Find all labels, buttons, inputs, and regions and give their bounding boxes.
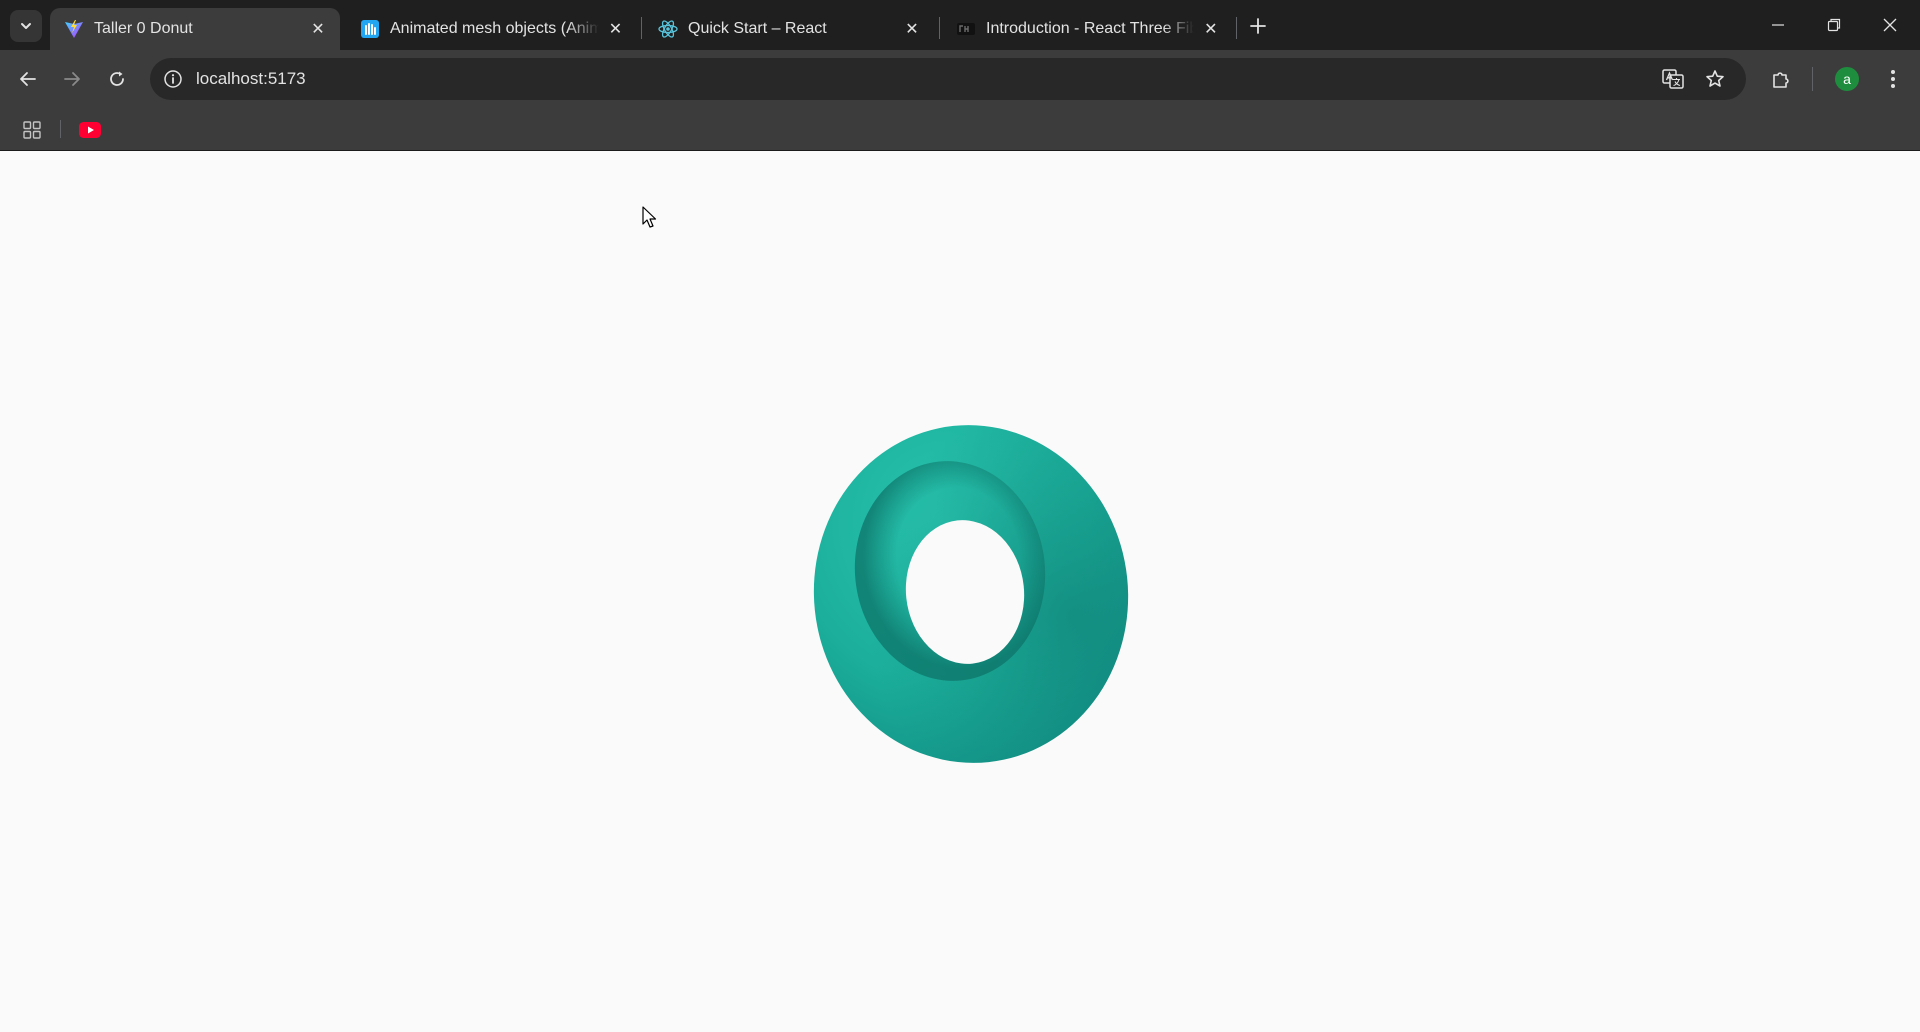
- close-tab-icon[interactable]: ✕: [308, 19, 328, 39]
- bookmarks-bar: [0, 108, 1920, 151]
- tab-separator: [641, 17, 642, 39]
- tab-search-button[interactable]: [10, 10, 42, 42]
- browser-window: Taller 0 Donut ✕ Animated mesh objects (…: [0, 0, 1920, 151]
- url-text: localhost:5173: [196, 69, 306, 88]
- reload-icon: [110, 71, 124, 86]
- youtube-bookmark[interactable]: [76, 116, 104, 144]
- close-icon: [1883, 18, 1897, 32]
- bookmark-star-icon[interactable]: [1702, 66, 1728, 92]
- tab-title: Animated mesh objects (Animated: [390, 20, 599, 37]
- translate-icon[interactable]: [1660, 66, 1686, 92]
- avatar: a: [1835, 67, 1859, 91]
- address-bar[interactable]: localhost:5173: [150, 58, 1746, 100]
- apps-grid-icon[interactable]: [18, 116, 46, 144]
- browser-toolbar: localhost:5173 a: [0, 50, 1920, 108]
- tab-strip: Taller 0 Donut ✕ Animated mesh objects (…: [0, 0, 1920, 50]
- puzzle-icon: [1773, 72, 1789, 88]
- tab-quick-start-react[interactable]: Quick Start – React ✕: [644, 8, 934, 50]
- back-button[interactable]: [10, 61, 46, 97]
- reload-button[interactable]: [99, 61, 135, 97]
- close-tab-icon[interactable]: ✕: [1202, 19, 1220, 39]
- site-info-icon[interactable]: [160, 66, 186, 92]
- arrow-left-icon: [20, 72, 36, 86]
- close-tab-icon[interactable]: ✕: [607, 19, 624, 39]
- tab-title: Taller 0 Donut: [94, 20, 193, 37]
- vite-logo-icon: [64, 19, 84, 39]
- bookmark-divider: [60, 120, 61, 138]
- tab-title: Introduction - React Three Fiber: [986, 20, 1194, 37]
- torus-mesh[interactable]: [800, 411, 1140, 781]
- mouse-cursor-icon: [642, 206, 657, 228]
- page-viewport: [0, 151, 1920, 1032]
- arrow-right-icon: [64, 72, 80, 86]
- extensions-button[interactable]: [1763, 61, 1799, 97]
- restore-button[interactable]: [1806, 0, 1862, 50]
- tab-intro-r3f[interactable]: Introduction - React Three Fiber ✕: [942, 8, 1232, 50]
- browser-menu-button[interactable]: [1875, 61, 1911, 97]
- new-tab-button[interactable]: [1244, 12, 1272, 40]
- tab-title: Quick Start – React: [688, 20, 827, 37]
- minimize-button[interactable]: [1750, 0, 1806, 50]
- toolbar-divider: [1812, 67, 1813, 91]
- profile-button[interactable]: a: [1829, 61, 1865, 97]
- chevron-down-icon: [21, 23, 31, 29]
- forward-button[interactable]: [54, 61, 90, 97]
- close-tab-icon[interactable]: ✕: [902, 19, 922, 39]
- plus-icon: [1250, 18, 1266, 34]
- tab-taller-donut[interactable]: Taller 0 Donut ✕: [50, 8, 340, 50]
- r3f-logo-icon: [956, 19, 976, 39]
- kebab-menu-icon: [1891, 70, 1895, 88]
- close-window-button[interactable]: [1862, 0, 1918, 50]
- minimize-icon: [1772, 24, 1784, 26]
- react-logo-icon: [658, 19, 678, 39]
- youtube-icon: [79, 122, 101, 138]
- tab-separator: [1236, 17, 1237, 39]
- restore-icon: [1827, 18, 1841, 32]
- tab-separator: [939, 17, 940, 39]
- tab-animated-mesh[interactable]: Animated mesh objects (Animated ✕: [346, 8, 636, 50]
- webgl-canvas[interactable]: [0, 151, 1920, 1032]
- spline-hand-icon: [360, 19, 380, 39]
